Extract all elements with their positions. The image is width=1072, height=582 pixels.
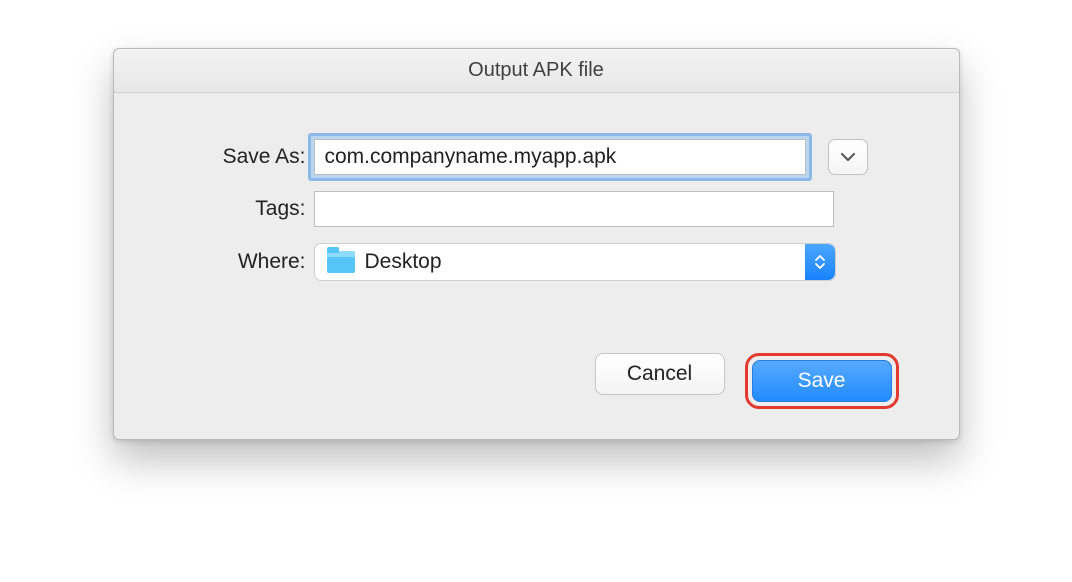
where-label: Where: [154,250,314,274]
save-as-input[interactable] [314,139,806,175]
expand-button[interactable] [828,139,868,175]
save-button-highlight: Save [745,353,899,409]
tags-row: Tags: [154,191,899,227]
save-button[interactable]: Save [752,360,892,402]
dialog-content: Save As: Tags: Where: Desktop [114,93,959,323]
save-dialog: Output APK file Save As: Tags: Where: De… [113,48,960,440]
save-as-label: Save As: [154,145,314,169]
tags-label: Tags: [154,197,314,221]
where-select[interactable]: Desktop [314,243,836,281]
save-as-input-wrap [314,139,806,175]
dialog-title: Output APK file [468,59,604,82]
save-as-row: Save As: [154,139,899,175]
chevron-down-icon [815,263,825,269]
chevron-up-icon [815,255,825,261]
folder-icon [327,251,355,273]
titlebar: Output APK file [114,49,959,93]
dialog-footer: Cancel Save [114,323,959,439]
chevron-down-icon [840,152,856,162]
where-row: Where: Desktop [154,243,899,281]
tags-input[interactable] [314,191,834,227]
where-value: Desktop [365,250,442,274]
cancel-button[interactable]: Cancel [595,353,725,395]
select-stepper[interactable] [805,244,835,280]
